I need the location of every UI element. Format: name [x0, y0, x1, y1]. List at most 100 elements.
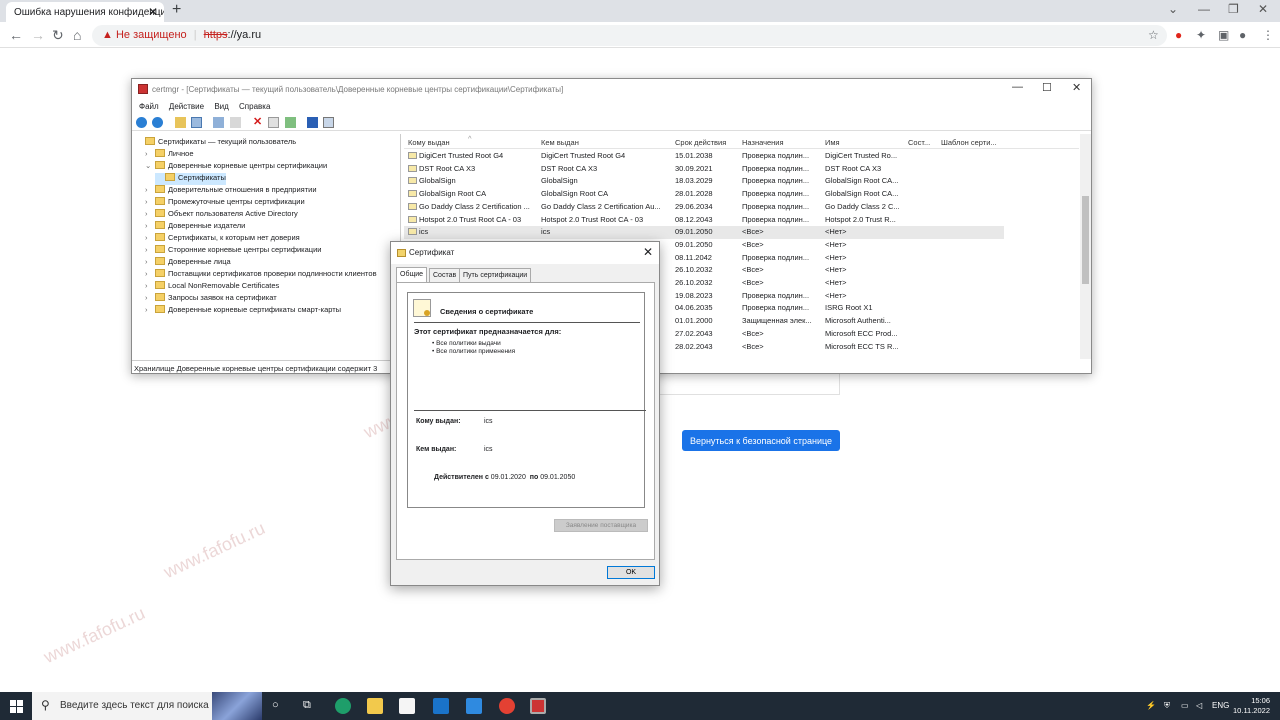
properties-icon[interactable]	[268, 117, 280, 128]
table-row[interactable]: GlobalSign Root CA GlobalSign Root CA 28.0…	[404, 188, 1004, 201]
minimize-button[interactable]: —	[1198, 2, 1210, 16]
expand-icon[interactable]: ›	[145, 269, 155, 278]
table-row[interactable]: ics ics 09.01.2050 <Все> <Нет>	[404, 226, 1004, 239]
windows-start-icon[interactable]	[10, 700, 23, 713]
expand-icon[interactable]: ⌄	[145, 161, 155, 170]
app-icon[interactable]	[466, 698, 482, 714]
sidepanel-icon[interactable]: ▣	[1218, 28, 1229, 42]
home-button[interactable]: ⌂	[73, 27, 81, 43]
delete-icon[interactable]: ✕	[252, 117, 263, 128]
reload-button[interactable]: ↻	[52, 27, 64, 44]
taskbar-search[interactable]: ⚲ Введите здесь текст для поиска	[32, 692, 262, 720]
new-tab-button[interactable]: +	[172, 1, 181, 19]
tree-node[interactable]: › Сертификаты, к которым нет доверия	[145, 233, 300, 245]
expand-icon[interactable]: ›	[145, 197, 155, 206]
forward-button[interactable]: →	[31, 27, 45, 43]
language-indicator[interactable]: ENG	[1212, 701, 1229, 710]
dialog-close-button[interactable]: ✕	[643, 245, 653, 259]
tree-node[interactable]: › Личное	[145, 149, 194, 161]
menu-icon[interactable]: ⋮	[1262, 28, 1274, 42]
menu-help[interactable]: Справка	[239, 102, 270, 111]
tree-node[interactable]: › Доверительные отношения в предприятии	[145, 185, 317, 197]
expand-icon[interactable]: ›	[145, 209, 155, 218]
forward-arrow-icon[interactable]	[152, 117, 164, 128]
tree-node[interactable]: › Доверенные корневые сертификаты смарт-к…	[145, 305, 341, 317]
up-folder-icon[interactable]	[174, 117, 186, 128]
export-icon[interactable]	[284, 117, 296, 128]
task-view-icon[interactable]: ⧉	[303, 699, 311, 712]
tree-node[interactable]: › Local NonRemovable Certificates	[145, 281, 279, 293]
col-status[interactable]: Сост...	[908, 138, 930, 147]
tree-node[interactable]: › Запросы заявок на сертификат	[145, 293, 277, 305]
help-icon[interactable]	[307, 117, 319, 128]
col-template[interactable]: Шаблон серти...	[941, 138, 997, 147]
mail-icon[interactable]	[433, 698, 449, 714]
tree-node[interactable]: › Объект пользователя Active Directory	[145, 209, 298, 221]
expand-icon[interactable]: ›	[145, 245, 155, 254]
back-button[interactable]: ←	[9, 27, 23, 43]
console-icon[interactable]	[323, 117, 335, 128]
file-explorer-icon[interactable]	[367, 698, 383, 714]
col-name[interactable]: Имя	[825, 138, 840, 147]
security-label[interactable]: Не защищено	[116, 29, 187, 41]
extensions-icon[interactable]: ✦	[1196, 28, 1206, 42]
col-expiry[interactable]: Срок действия	[675, 138, 726, 147]
minimize-button[interactable]: —	[1012, 81, 1023, 93]
dialog-titlebar[interactable]: Сертификат ✕	[391, 242, 659, 264]
profile-icon[interactable]: ●	[1239, 28, 1246, 42]
close-window-button[interactable]: ✕	[1258, 2, 1268, 16]
ok-button[interactable]: OK	[607, 566, 655, 579]
battery-icon[interactable]: ▭	[1181, 701, 1189, 710]
col-issued-by[interactable]: Кем выдан	[541, 138, 579, 147]
maximize-button[interactable]: ☐	[1042, 81, 1052, 94]
tree-node[interactable]: Сертификаты — текущий пользователь	[135, 137, 296, 149]
menu-view[interactable]: Вид	[214, 102, 228, 111]
network-icon[interactable]: ⚡	[1146, 701, 1156, 710]
browser-tab[interactable]: Ошибка нарушения конфиденциальн ✕	[6, 2, 164, 22]
security-icon[interactable]: ⛨	[1164, 701, 1170, 711]
menu-file[interactable]: Файл	[139, 102, 159, 111]
tree-node[interactable]: › Доверенные издатели	[145, 221, 245, 233]
bookmark-star-icon[interactable]: ☆	[1148, 28, 1159, 42]
expand-icon[interactable]: ›	[145, 281, 155, 290]
table-row[interactable]: Hotspot 2.0 Trust Root CA - 03 Hotspot 2.…	[404, 214, 1004, 227]
table-row[interactable]: Go Daddy Class 2 Certification ... Go Dad…	[404, 201, 1004, 214]
table-row[interactable]: DigiCert Trusted Root G4 DigiCert Trusted…	[404, 150, 1004, 163]
show-tree-icon[interactable]	[191, 117, 203, 128]
restore-button[interactable]: ❐	[1228, 2, 1239, 16]
back-to-safety-button[interactable]: Вернуться к безопасной странице	[682, 430, 840, 451]
tree-node[interactable]: › Доверенные лица	[145, 257, 231, 269]
clock[interactable]: 15:06 10.11.2022	[1233, 696, 1270, 716]
cut-icon[interactable]	[213, 117, 225, 128]
chrome-icon[interactable]	[499, 698, 515, 714]
col-issued-to[interactable]: Кому выдан	[408, 138, 450, 147]
scrollbar-thumb[interactable]	[1082, 196, 1089, 284]
certmgr-titlebar[interactable]: certmgr - [Сертификаты — текущий пользов…	[132, 79, 1091, 101]
expand-icon[interactable]: ›	[145, 185, 155, 194]
copy-icon[interactable]	[229, 117, 241, 128]
menu-action[interactable]: Действие	[169, 102, 204, 111]
opera-icon[interactable]: ●	[1175, 28, 1182, 42]
tab-search-icon[interactable]: ⌄	[1168, 2, 1178, 16]
tab-cert-path[interactable]: Путь сертификации	[459, 268, 532, 282]
edge-icon[interactable]	[335, 698, 351, 714]
expand-icon[interactable]: ›	[145, 221, 155, 230]
col-purposes[interactable]: Назначения	[742, 138, 784, 147]
tab-close-icon[interactable]: ✕	[148, 5, 158, 19]
tree-node[interactable]: › Сторонние корневые центры сертификации	[145, 245, 321, 257]
expand-icon[interactable]: ›	[145, 257, 155, 266]
address-bar[interactable]: ▲ Не защищено | https://ya.ru	[92, 25, 1167, 46]
expand-icon[interactable]: ›	[145, 149, 155, 158]
tab-details[interactable]: Состав	[429, 268, 461, 282]
tree-node[interactable]: › Промежуточные центры сертификации	[145, 197, 305, 209]
table-row[interactable]: DST Root CA X3 DST Root CA X3 30.09.2021 Пр…	[404, 163, 1004, 176]
list-scrollbar[interactable]	[1080, 134, 1091, 359]
table-row[interactable]: GlobalSign GlobalSign 18.03.2029 Проверка п…	[404, 175, 1004, 188]
tree-node[interactable]: Сертификаты	[155, 173, 226, 185]
close-button[interactable]: ✕	[1072, 81, 1081, 94]
expand-icon[interactable]: ›	[145, 293, 155, 302]
back-arrow-icon[interactable]	[136, 117, 147, 128]
tree-node[interactable]: › Поставщики сертификатов проверки подлин…	[145, 269, 377, 281]
store-icon[interactable]	[399, 698, 415, 714]
certmgr-taskbar-icon[interactable]	[530, 698, 546, 714]
